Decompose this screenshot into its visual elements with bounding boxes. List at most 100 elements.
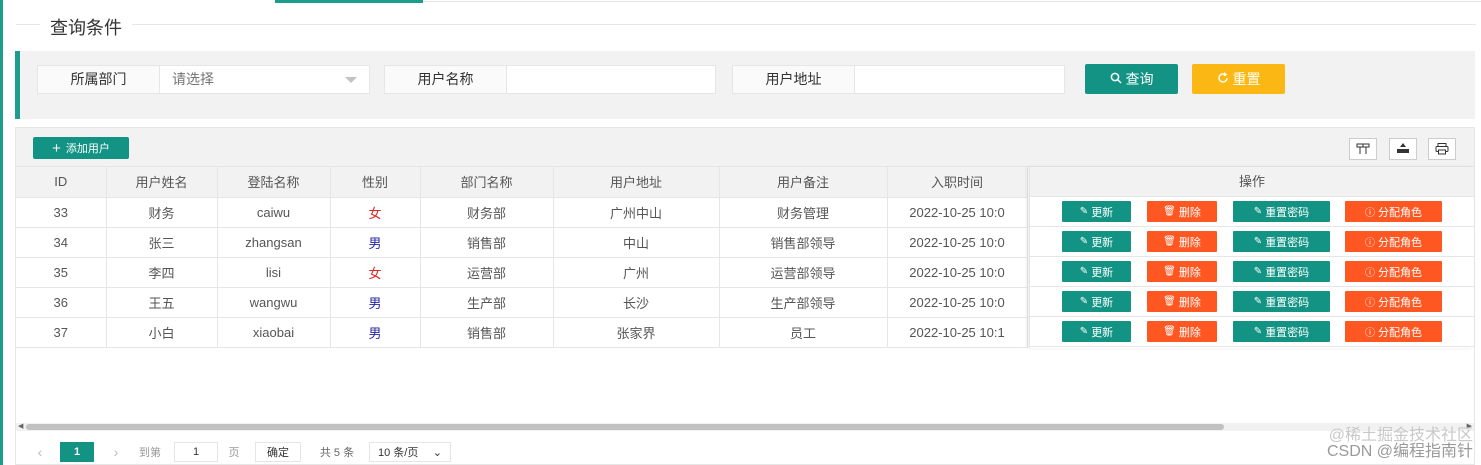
watermark: @稀土掘金技术社区 CSDN @编程指南针 <box>1327 428 1473 460</box>
reset-password-button[interactable]: ✎ 重置密码 <box>1233 291 1330 312</box>
chevron-down-icon <box>345 77 357 83</box>
pencil-icon: ✎ <box>1079 206 1089 217</box>
prev-page-icon[interactable]: ‹ <box>30 442 50 462</box>
update-button[interactable]: ✎ 更新 <box>1062 321 1131 342</box>
pencil-icon: ✎ <box>1079 236 1089 247</box>
dept-label: 所属部门 <box>38 66 160 93</box>
next-page-icon[interactable]: › <box>106 442 126 462</box>
page-size-select[interactable]: 10 条/页 ⌄ <box>369 442 451 462</box>
cell-name: 小白 <box>106 317 218 348</box>
delete-label: 删除 <box>1178 296 1201 309</box>
table-row[interactable]: 37 小白 xiaobai 男 销售部 张家界 员工 2022-10-25 10… <box>16 317 1028 348</box>
address-input[interactable] <box>855 66 1064 93</box>
info-circle-icon: ⓘ <box>1365 208 1375 219</box>
goto-confirm-button[interactable]: 确定 <box>255 442 301 462</box>
delete-button[interactable]: 🗑 删除 <box>1147 201 1217 222</box>
reset-password-button[interactable]: ✎ 重置密码 <box>1233 261 1330 282</box>
trash-icon: 🗑 <box>1163 266 1176 277</box>
export-icon[interactable] <box>1389 138 1417 160</box>
cell-name: 王五 <box>106 287 218 318</box>
cell-remark: 员工 <box>719 317 888 348</box>
update-button[interactable]: ✎ 更新 <box>1062 261 1131 282</box>
page-size-value: 10 条/页 <box>378 447 419 459</box>
reset-password-button[interactable]: ✎ 重置密码 <box>1233 201 1330 222</box>
cell-gender: 男 <box>330 227 421 258</box>
reset-button[interactable]: 重置 <box>1192 64 1285 94</box>
plus-icon: + <box>52 139 61 157</box>
dept-placeholder: 请选择 <box>172 71 214 87</box>
update-button[interactable]: ✎ 更新 <box>1062 201 1131 222</box>
column-header-name[interactable]: 用户姓名 <box>106 167 218 198</box>
scroll-left-arrow-icon[interactable]: ◀ <box>18 422 23 430</box>
table-row[interactable]: 33 财务 caiwu 女 财务部 广州中山 财务管理 2022-10-25 1… <box>16 197 1028 228</box>
cell-dept: 财务部 <box>420 197 554 228</box>
cell-login: xiaobai <box>217 317 331 348</box>
update-button[interactable]: ✎ 更新 <box>1062 231 1131 252</box>
current-page[interactable]: 1 <box>60 442 94 462</box>
fieldset-title: 查询条件 <box>40 14 132 40</box>
column-header-remark[interactable]: 用户备注 <box>719 167 888 198</box>
column-header-gender[interactable]: 性别 <box>330 167 421 198</box>
table-row[interactable]: 36 王五 wangwu 男 生产部 长沙 生产部领导 2022-10-25 1… <box>16 287 1028 318</box>
cell-time: 2022-10-25 10:1 <box>887 317 1028 348</box>
fieldset-border <box>16 24 1476 25</box>
cell-id: 37 <box>16 317 107 348</box>
assign-role-button[interactable]: ⓘ 分配角色 <box>1345 261 1442 282</box>
cell-address: 张家界 <box>553 317 720 348</box>
update-button[interactable]: ✎ 更新 <box>1062 291 1131 312</box>
horizontal-scrollbar[interactable]: ◀ ▶ <box>16 423 1474 431</box>
pagination: ‹ 1 › 到第 1 页 确定 共 5 条 10 条/页 ⌄ <box>16 438 1474 465</box>
reset-password-button[interactable]: ✎ 重置密码 <box>1233 321 1330 342</box>
delete-button[interactable]: 🗑 删除 <box>1147 321 1217 342</box>
reset-password-button[interactable]: ✎ 重置密码 <box>1233 231 1330 252</box>
update-label: 更新 <box>1091 296 1114 309</box>
query-button[interactable]: 查询 <box>1085 64 1178 94</box>
print-icon[interactable] <box>1428 138 1456 160</box>
dept-select-field[interactable]: 所属部门 请选择 <box>37 65 370 94</box>
delete-button[interactable]: 🗑 删除 <box>1147 291 1217 312</box>
pencil-icon: ✎ <box>1079 326 1089 337</box>
scrollbar-thumb[interactable] <box>26 424 1224 430</box>
cell-time: 2022-10-25 10:0 <box>887 287 1028 318</box>
address-label: 用户地址 <box>733 66 855 93</box>
actions-row: ✎ 更新 🗑 删除 ✎ 重置密码 ⓘ 分配角色 <box>1030 227 1474 257</box>
pencil-icon: ✎ <box>1253 236 1263 247</box>
assign-role-button[interactable]: ⓘ 分配角色 <box>1345 231 1442 252</box>
delete-button[interactable]: 🗑 删除 <box>1147 261 1217 282</box>
add-user-button[interactable]: + 添加用户 <box>33 137 129 159</box>
cell-remark: 财务管理 <box>719 197 888 228</box>
assign-role-button[interactable]: ⓘ 分配角色 <box>1345 201 1442 222</box>
update-label: 更新 <box>1091 326 1114 339</box>
goto-page-input[interactable]: 1 <box>174 442 218 462</box>
columns-icon[interactable] <box>1349 138 1377 160</box>
pencil-icon: ✎ <box>1253 326 1263 337</box>
pencil-icon: ✎ <box>1253 296 1263 307</box>
assign-role-label: 分配角色 <box>1378 236 1422 249</box>
trash-icon: 🗑 <box>1163 326 1176 337</box>
column-header-dept[interactable]: 部门名称 <box>420 167 554 198</box>
assign-role-button[interactable]: ⓘ 分配角色 <box>1345 321 1442 342</box>
column-header-id[interactable]: ID <box>16 167 107 198</box>
cell-name: 张三 <box>106 227 218 258</box>
username-field[interactable]: 用户名称 <box>384 65 716 94</box>
table-row[interactable]: 35 李四 lisi 女 运营部 广州 运营部领导 2022-10-25 10:… <box>16 257 1028 288</box>
cell-dept: 销售部 <box>420 317 554 348</box>
column-header-address[interactable]: 用户地址 <box>553 167 720 198</box>
dept-select[interactable]: 请选择 <box>160 66 369 93</box>
table-row[interactable]: 34 张三 zhangsan 男 销售部 中山 销售部领导 2022-10-25… <box>16 227 1028 258</box>
assign-role-button[interactable]: ⓘ 分配角色 <box>1345 291 1442 312</box>
column-header-login[interactable]: 登陆名称 <box>217 167 331 198</box>
address-field[interactable]: 用户地址 <box>732 65 1065 94</box>
cell-dept: 销售部 <box>420 227 554 258</box>
cell-gender: 女 <box>330 197 421 228</box>
search-icon <box>1110 72 1122 87</box>
cell-id: 35 <box>16 257 107 288</box>
delete-label: 删除 <box>1178 326 1201 339</box>
assign-role-label: 分配角色 <box>1378 266 1422 279</box>
left-accent-stripe <box>0 0 3 465</box>
cell-remark: 销售部领导 <box>719 227 888 258</box>
username-input[interactable] <box>507 66 715 93</box>
cell-time: 2022-10-25 10:0 <box>887 257 1028 288</box>
delete-button[interactable]: 🗑 删除 <box>1147 231 1217 252</box>
column-header-time[interactable]: 入职时间 <box>887 167 1028 198</box>
